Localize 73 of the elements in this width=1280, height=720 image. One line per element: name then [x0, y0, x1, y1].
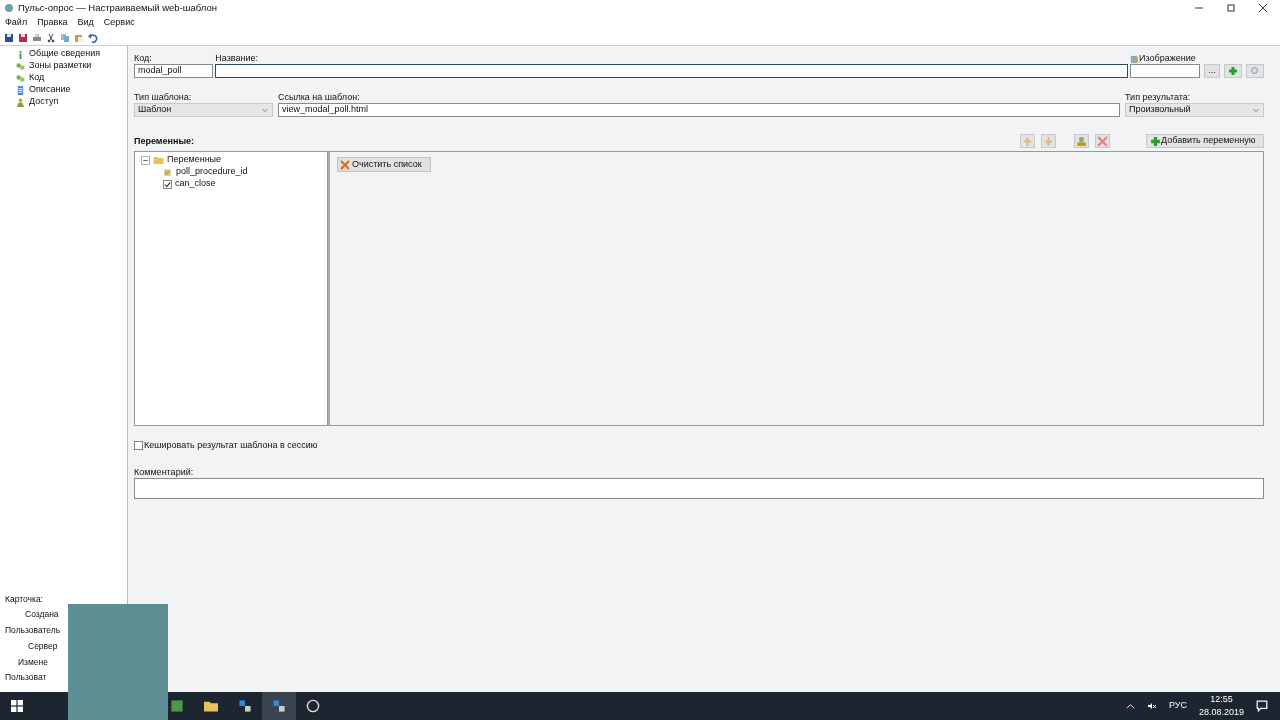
card-info-label: Измене [17, 655, 49, 669]
user-icon [16, 97, 25, 107]
template-link-field[interactable]: view_modal_poll.html [278, 103, 1120, 117]
clock-time[interactable]: 12:55 [1210, 692, 1233, 706]
app-icon [4, 3, 14, 13]
close-icon[interactable] [1258, 3, 1268, 13]
add-variable-button[interactable]: Добавить переменную [1146, 134, 1264, 148]
folder-icon [153, 155, 164, 165]
tree-item[interactable]: poll_procedure_id [176, 165, 248, 179]
menu-item[interactable]: Сервис [103, 16, 135, 30]
menu-item[interactable]: Правка [37, 16, 68, 30]
browse-button[interactable]: ... [1204, 64, 1220, 78]
up-arrow-icon [1022, 135, 1033, 147]
field-label: Изображение [1139, 52, 1196, 66]
field-label: Комментарий: [134, 467, 195, 477]
dropdown-icon [1252, 106, 1260, 114]
image-icon [1130, 54, 1139, 64]
language-indicator[interactable]: РУС [1168, 699, 1187, 713]
field-label: Название: [215, 54, 259, 63]
card-info-label: Пользователь [5, 624, 62, 637]
app-window-icon[interactable] [238, 699, 252, 713]
save-all-icon[interactable] [18, 32, 28, 43]
sidebar-item[interactable]: Доступ [29, 95, 59, 109]
card-info-label: Карточка: [5, 592, 44, 606]
clock-date[interactable]: 28.08.2019 [1198, 706, 1244, 720]
sidebar-item[interactable]: Код [29, 71, 45, 85]
undo-icon[interactable] [88, 32, 98, 43]
name-field[interactable] [215, 64, 1128, 78]
checkbox[interactable] [134, 441, 143, 451]
folder-icon[interactable] [204, 699, 218, 713]
maximize-icon[interactable] [1226, 3, 1236, 13]
field-label: Ссылка на шаблон: [278, 93, 361, 102]
code-field[interactable]: modal_poll [134, 64, 213, 78]
menu-item[interactable]: Вид [77, 16, 94, 30]
save-icon[interactable] [4, 32, 14, 43]
plus-icon [1228, 66, 1238, 76]
checkbox-label: Кешировать результат шаблона в сессию [144, 439, 318, 452]
add-button[interactable] [1224, 64, 1242, 78]
doc-icon [16, 85, 25, 95]
result-type-select[interactable]: Произвольный [1125, 103, 1264, 117]
notification-icon[interactable] [1256, 700, 1268, 712]
tree-item[interactable]: can_close [175, 177, 216, 191]
cross-icon [340, 159, 350, 170]
tree-item[interactable]: Переменные [167, 153, 222, 167]
parameter-icon [163, 167, 173, 177]
sidebar-item[interactable]: Описание [29, 83, 71, 97]
card-info-label: Пользоват [5, 671, 48, 684]
window-title: Пульс-опрос — Настраиваемый web-шаблон [18, 0, 217, 15]
field-label: Тип результата: [1125, 93, 1192, 102]
app-window-icon[interactable] [272, 699, 286, 713]
clear-list-button[interactable]: Очистить список [337, 157, 431, 172]
dropdown-icon [261, 106, 269, 114]
field-label: Тип шаблона: [134, 93, 193, 102]
cut-icon[interactable] [46, 32, 56, 43]
image-field[interactable] [1130, 64, 1201, 78]
expander-toggle[interactable] [141, 155, 150, 165]
muted-speaker-icon[interactable] [1146, 701, 1157, 711]
windows-logo-icon[interactable] [11, 700, 23, 712]
field-label: Код: [134, 54, 153, 63]
sidebar-item[interactable]: Общие сведения [29, 47, 101, 61]
comment-field[interactable] [134, 477, 1264, 499]
down-arrow-icon [1043, 135, 1054, 147]
chevron-up-icon[interactable] [1125, 701, 1135, 711]
section-label: Переменные: [134, 134, 195, 148]
select-value: Произвольный [1129, 103, 1191, 117]
sidebar-item[interactable]: Зоны разметки [29, 59, 92, 73]
menu-item[interactable]: Файл [5, 16, 28, 30]
template-type-select[interactable]: Шаблон [134, 103, 273, 117]
card-info-label: Сервер [27, 639, 59, 653]
plus-icon [1150, 135, 1161, 147]
checkbox[interactable] [163, 179, 172, 189]
card-info-label: Создана [24, 608, 60, 621]
select-value: Шаблон [138, 103, 172, 117]
